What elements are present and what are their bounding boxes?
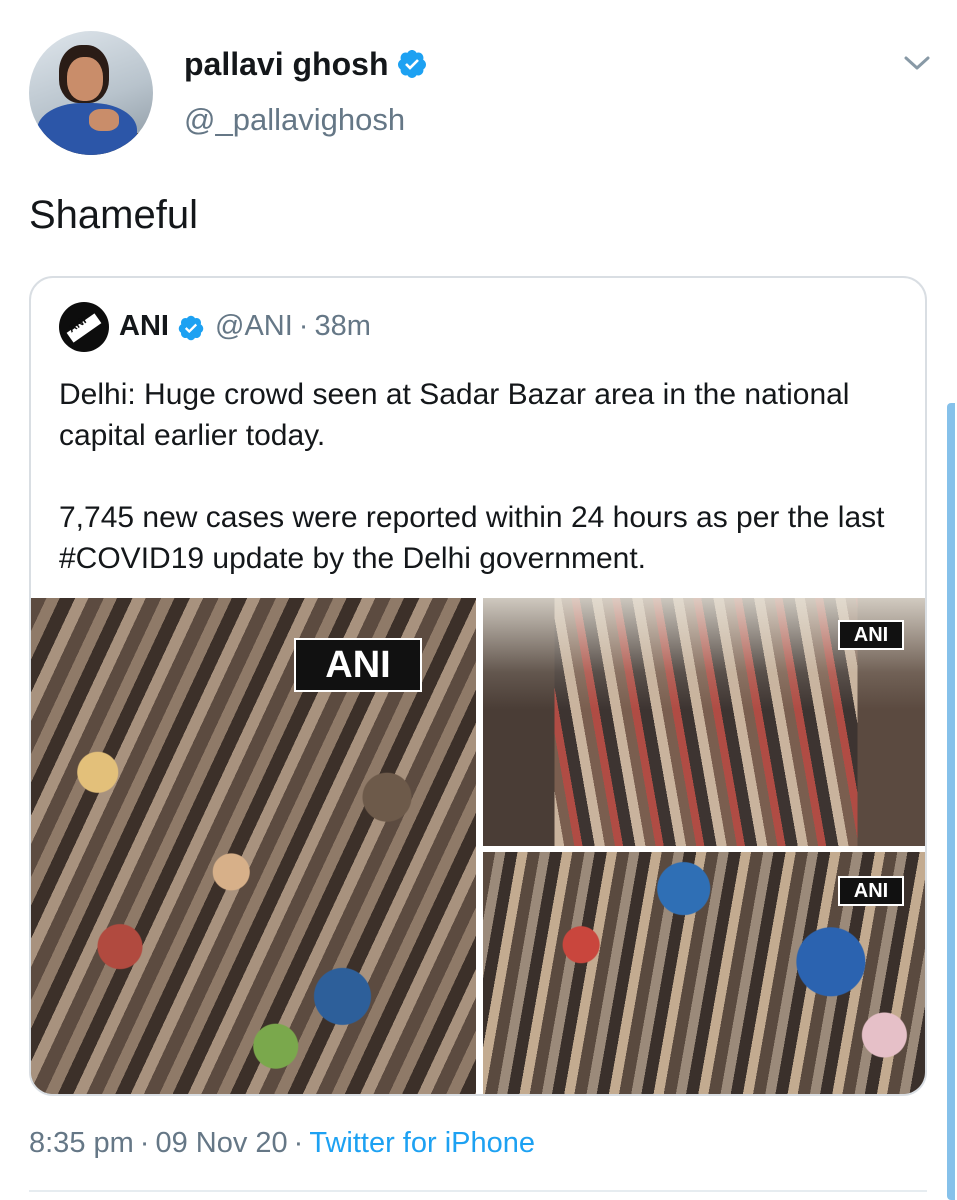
tweet-text: Shameful — [29, 193, 198, 237]
quoted-tweet-card[interactable]: ANI ANI @ANI · 38m Delhi: Huge crowd seen … — [29, 276, 927, 1096]
quoted-author-handle[interactable]: @ANI — [215, 310, 293, 342]
chevron-down-icon[interactable] — [902, 50, 932, 76]
quoted-paragraph-1: Delhi: Huge crowd seen at Sadar Bazar ar… — [59, 378, 850, 452]
crowd-photo-2[interactable]: ANI — [483, 598, 925, 846]
ani-watermark: ANI — [838, 620, 904, 650]
ani-watermark: ANI — [294, 638, 422, 692]
author-avatar[interactable] — [29, 31, 153, 155]
scrollbar[interactable] — [947, 403, 955, 1200]
author-name[interactable]: pallavi ghosh — [184, 44, 428, 84]
tweet-time[interactable]: 8:35 pm — [29, 1127, 134, 1159]
verified-badge-icon — [398, 49, 427, 78]
ani-watermark: ANI — [838, 876, 904, 906]
verified-badge-icon — [178, 315, 204, 341]
tweet-date[interactable]: 09 Nov 20 — [155, 1127, 287, 1159]
tweet-source-link[interactable]: Twitter for iPhone — [309, 1127, 535, 1159]
quoted-author-avatar[interactable]: ANI — [59, 302, 109, 352]
quoted-paragraph-2: 7,745 new cases were reported within 24 … — [59, 501, 885, 575]
separator-dot: · — [298, 310, 309, 342]
crowd-photo-1[interactable]: ANI — [31, 598, 476, 1094]
quoted-tweet-age: 38m — [314, 310, 371, 342]
separator-dot: · — [293, 1127, 304, 1159]
quoted-meta: @ANI · 38m — [215, 308, 371, 344]
quoted-tweet-text: Delhi: Huge crowd seen at Sadar Bazar ar… — [59, 374, 909, 579]
divider — [29, 1190, 927, 1192]
separator-dot: · — [139, 1127, 150, 1159]
quoted-author-name[interactable]: ANI — [119, 308, 169, 344]
crowd-photo-3[interactable]: ANI — [483, 852, 925, 1094]
tweet-footer: 8:35 pm · 09 Nov 20 · Twitter for iPhone — [29, 1125, 535, 1161]
author-name-text[interactable]: pallavi ghosh — [184, 46, 388, 82]
author-handle[interactable]: @_pallavighosh — [184, 100, 405, 140]
